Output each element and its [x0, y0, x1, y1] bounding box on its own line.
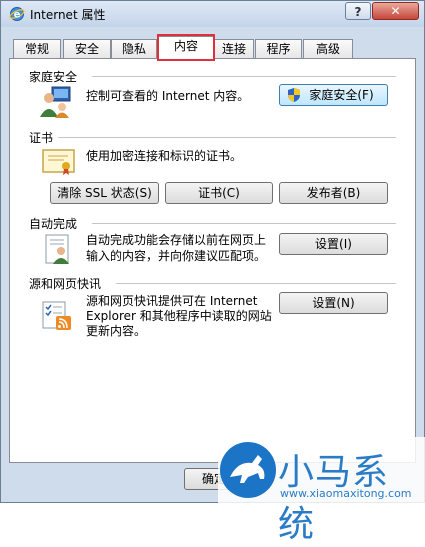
tab-highlight-box — [157, 34, 215, 61]
watermark: 小马系统 www.xiaomaxitong.com — [218, 437, 425, 545]
autocomplete-settings-button[interactable]: 设置(I) — [279, 233, 388, 255]
autocomplete-icon — [45, 234, 69, 264]
svg-text:e: e — [14, 10, 21, 21]
autocomplete-description-line2: 输入的内容，并向你建议匹配项。 — [86, 249, 267, 263]
certificates-heading: 证书 — [29, 131, 54, 145]
certificate-icon — [42, 149, 75, 175]
section-divider — [92, 76, 396, 77]
publishers-button[interactable]: 发布者(B) — [279, 182, 388, 204]
autocomplete-description-line1: 自动完成功能会存储以前在网页上 — [86, 233, 267, 247]
clear-ssl-state-button[interactable]: 清除 SSL 状态(S) — [50, 182, 159, 204]
shield-icon — [288, 88, 300, 102]
tab-privacy[interactable]: 隐私 — [111, 39, 157, 59]
close-button[interactable]: ✕ — [372, 2, 419, 20]
tab-security[interactable]: 安全 — [63, 39, 111, 59]
feeds-heading: 源和网页快讯 — [29, 277, 102, 291]
section-divider — [58, 137, 396, 138]
feeds-description-line1: 源和网页快讯提供可在 Internet — [86, 294, 258, 308]
title-bar: e Internet 属性 ? ✕ — [1, 1, 424, 27]
feeds-description-line2: Explorer 和其他程序中读取的网站 — [86, 309, 272, 323]
watermark-url: www.xiaomaxitong.com — [280, 487, 412, 500]
content-tab-panel: 家庭安全 控制可查看的 Internet 内容。 家庭安全(F) 证书 使用加密… — [9, 58, 416, 463]
window-title: Internet 属性 — [30, 8, 106, 22]
family-safety-button[interactable]: 家庭安全(F) — [279, 84, 388, 106]
tab-general[interactable]: 常规 — [13, 39, 61, 59]
certificates-button[interactable]: 证书(C) — [165, 182, 273, 204]
family-safety-description: 控制可查看的 Internet 内容。 — [86, 89, 250, 103]
feeds-settings-button[interactable]: 设置(N) — [279, 292, 388, 314]
family-safety-heading: 家庭安全 — [29, 70, 78, 84]
help-button[interactable]: ? — [345, 2, 371, 20]
internet-explorer-icon: e — [9, 7, 25, 21]
family-safety-button-label: 家庭安全(F) — [309, 88, 374, 102]
family-safety-icon — [40, 86, 71, 118]
internet-properties-dialog: e Internet 属性 ? ✕ 常规 安全 隐私 内容 连接 程序 高级 家… — [0, 0, 425, 503]
certificates-description: 使用加密连接和标识的证书。 — [86, 149, 243, 163]
tab-connections[interactable]: 连接 — [214, 39, 254, 59]
feeds-description-line3: 更新内容。 — [86, 324, 147, 338]
tab-programs[interactable]: 程序 — [255, 39, 302, 59]
tab-advanced[interactable]: 高级 — [303, 39, 353, 59]
section-divider — [92, 223, 396, 224]
feeds-icon — [42, 301, 71, 330]
section-divider — [116, 283, 396, 284]
autocomplete-heading: 自动完成 — [29, 217, 78, 231]
